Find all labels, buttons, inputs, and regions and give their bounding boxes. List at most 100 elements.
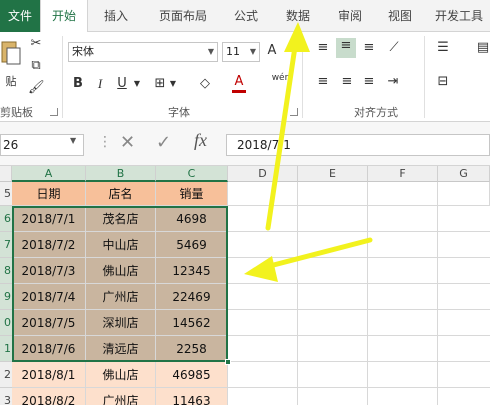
more-icon: ⋮ xyxy=(98,134,112,150)
column-header[interactable]: C xyxy=(156,166,228,182)
clipboard-launcher-icon[interactable] xyxy=(50,108,58,116)
underline-button[interactable]: U xyxy=(114,76,130,92)
table-cell[interactable]: 广州店 xyxy=(86,284,156,310)
tab-developer[interactable]: 开发工具 xyxy=(428,0,490,32)
column-header[interactable]: A xyxy=(12,166,86,182)
grow-font-icon: A xyxy=(267,43,277,58)
table-cell[interactable]: 茂名店 xyxy=(86,206,156,232)
row-header[interactable]: 6 xyxy=(0,206,12,232)
font-color-icon[interactable]: A xyxy=(232,74,246,93)
group-divider xyxy=(424,36,425,118)
paste-button[interactable] xyxy=(0,38,22,74)
tab-data[interactable]: 数据 xyxy=(274,0,322,32)
wrap-text-icon[interactable]: ☰ xyxy=(434,40,452,56)
table-cell[interactable]: 佛山店 xyxy=(86,258,156,284)
column-header[interactable]: F xyxy=(368,166,438,182)
table-cell[interactable]: 22469 xyxy=(156,284,228,310)
group-divider xyxy=(302,36,303,118)
table-cell[interactable]: 2018/7/1 xyxy=(12,206,86,232)
empty-cell[interactable] xyxy=(368,182,438,206)
table-header-cell[interactable]: 店名 xyxy=(86,182,156,206)
row-header[interactable]: 9 xyxy=(0,284,12,310)
align-right-icon[interactable]: ≡ xyxy=(360,74,378,90)
column-header[interactable]: D xyxy=(228,166,298,182)
table-cell[interactable]: 2018/7/5 xyxy=(12,310,86,336)
merge-center-icon[interactable]: ⊟ xyxy=(434,74,452,90)
table-cell[interactable]: 广州店 xyxy=(86,388,156,405)
empty-cells-area[interactable] xyxy=(228,206,490,405)
tab-insert[interactable]: 插入 xyxy=(92,0,140,32)
row-header[interactable]: 7 xyxy=(0,232,12,258)
chevron-down-icon[interactable]: ▼ xyxy=(132,76,142,92)
select-all-corner[interactable] xyxy=(0,166,12,182)
align-top-icon[interactable]: ≡ xyxy=(314,40,332,56)
font-launcher-icon[interactable] xyxy=(290,108,298,116)
table-cell[interactable]: 2018/8/2 xyxy=(12,388,86,405)
align-middle-icon[interactable]: ≡ xyxy=(336,38,356,58)
tab-review[interactable]: 审阅 xyxy=(330,0,370,32)
table-cell[interactable]: 4698 xyxy=(156,206,228,232)
table-header-cell[interactable]: 销量 xyxy=(156,182,228,206)
italic-button[interactable]: I xyxy=(92,76,108,92)
table-cell[interactable]: 11463 xyxy=(156,388,228,405)
table-cell[interactable]: 中山店 xyxy=(86,232,156,258)
table-cell[interactable]: 清远店 xyxy=(86,336,156,362)
tab-file[interactable]: 文件 xyxy=(0,0,40,32)
enter-icon[interactable]: ✓ xyxy=(156,132,171,153)
table-cell[interactable]: 5469 xyxy=(156,232,228,258)
row-header[interactable]: 2 xyxy=(0,362,12,388)
chevron-down-icon: ▼ xyxy=(249,47,256,56)
row-header[interactable]: 3 xyxy=(0,388,12,405)
column-header[interactable]: E xyxy=(298,166,368,182)
tab-page-layout[interactable]: 页面布局 xyxy=(148,0,218,32)
format-painter-icon[interactable]: 🖌 xyxy=(28,80,45,96)
row-header[interactable]: 0 xyxy=(0,310,12,336)
table-header-cell[interactable]: 日期 xyxy=(12,182,86,206)
font-size-select[interactable]: 11 ▼ xyxy=(222,42,260,62)
table-cell[interactable]: 2018/8/1 xyxy=(12,362,86,388)
cut-icon[interactable]: ✂ xyxy=(28,36,44,52)
chevron-down-icon: ▼ xyxy=(207,47,214,56)
table-cell[interactable]: 深圳店 xyxy=(86,310,156,336)
tab-formulas[interactable]: 公式 xyxy=(222,0,270,32)
align-left-icon[interactable]: ≡ xyxy=(314,74,332,90)
table-cell[interactable]: 2018/7/6 xyxy=(12,336,86,362)
borders-icon[interactable]: ⊞ xyxy=(152,76,168,92)
table-cell[interactable]: 14562 xyxy=(156,310,228,336)
number-format-icon[interactable]: ▤ xyxy=(476,40,490,56)
group-divider xyxy=(62,36,63,118)
table-cell[interactable]: 2018/7/3 xyxy=(12,258,86,284)
empty-cell[interactable] xyxy=(438,182,490,206)
tab-view[interactable]: 视图 xyxy=(380,0,420,32)
empty-cell[interactable] xyxy=(228,182,298,206)
align-bottom-icon[interactable]: ≡ xyxy=(360,40,378,56)
table-cell[interactable]: 46985 xyxy=(156,362,228,388)
row-header[interactable]: 5 xyxy=(0,182,12,206)
fill-handle[interactable] xyxy=(225,359,231,365)
orientation-icon[interactable]: ⟋ xyxy=(384,40,404,56)
copy-icon[interactable]: ⧉ xyxy=(28,58,44,74)
tab-home[interactable]: 开始 xyxy=(40,0,88,33)
table-cell[interactable]: 佛山店 xyxy=(86,362,156,388)
align-center-icon[interactable]: ≡ xyxy=(338,74,356,90)
row-header[interactable]: 1 xyxy=(0,336,12,362)
empty-cell[interactable] xyxy=(298,182,368,206)
row-header[interactable]: 8 xyxy=(0,258,12,284)
phonetic-guide-icon[interactable]: wén xyxy=(270,70,292,86)
indent-icon[interactable]: ⇥ xyxy=(384,74,402,90)
table-cell[interactable]: 12345 xyxy=(156,258,228,284)
fill-color-icon[interactable]: ◇ xyxy=(196,76,214,92)
column-header[interactable]: G xyxy=(438,166,490,182)
chevron-down-icon[interactable]: ▼ xyxy=(70,136,76,145)
insert-function-button[interactable]: fx xyxy=(194,130,207,151)
table-cell[interactable]: 2018/7/2 xyxy=(12,232,86,258)
font-name-select[interactable]: 宋体 ▼ xyxy=(68,42,218,62)
table-cell[interactable]: 2018/7/4 xyxy=(12,284,86,310)
bold-button[interactable]: B xyxy=(70,76,86,92)
formula-input[interactable]: 2018/7/1 xyxy=(226,134,490,156)
chevron-down-icon[interactable]: ▼ xyxy=(168,76,178,92)
table-cell[interactable]: 2258 xyxy=(156,336,228,362)
column-header[interactable]: B xyxy=(86,166,156,182)
grow-font-button[interactable]: A xyxy=(264,43,280,59)
cancel-icon[interactable]: ✕ xyxy=(120,132,135,153)
